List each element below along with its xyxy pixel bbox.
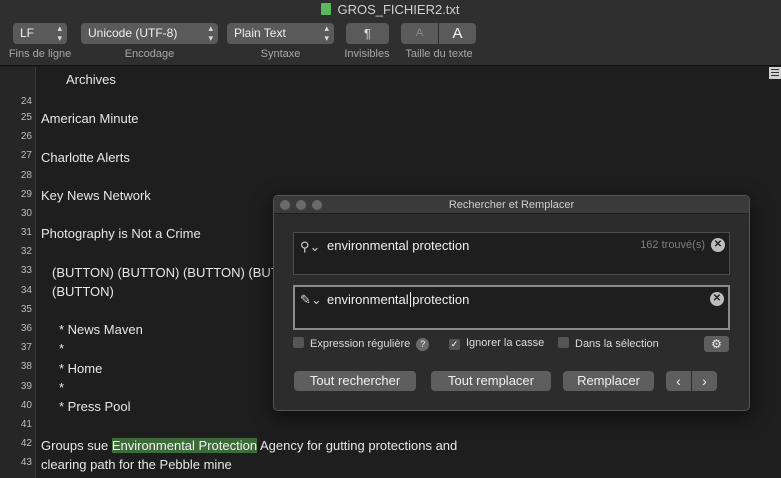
window-title: GROS_FICHIER2.txt: [0, 2, 781, 17]
panel-title: Rechercher et Remplacer: [448, 199, 575, 211]
line-number: 31: [20, 227, 32, 238]
encoding-select[interactable]: Unicode (UTF-8) ▴ ▾: [81, 23, 218, 44]
replace-field[interactable]: ✎⌄ environmental protection ✕: [293, 285, 730, 330]
line-endings-label: Fins de ligne: [8, 48, 72, 60]
line-number: 29: [20, 189, 32, 200]
line-number: 37: [20, 342, 32, 353]
invisibles-button[interactable]: ¶: [346, 23, 389, 44]
line-number: 35: [20, 304, 32, 315]
search-input-text: environmental protection: [327, 238, 470, 253]
ignore-case-option[interactable]: ✓ Ignorer la casse: [449, 337, 544, 350]
in-selection-checkbox[interactable]: [558, 337, 569, 348]
text-larger-button[interactable]: A: [439, 23, 476, 44]
invisibles-label: Invisibles: [344, 48, 390, 60]
match-count: 162 trouvé(s): [640, 239, 705, 251]
editor-line: * News Maven: [59, 322, 143, 337]
line-number: 38: [20, 361, 32, 372]
editor-line: Key News Network: [41, 188, 151, 203]
regex-option[interactable]: Expression régulière?: [293, 337, 430, 351]
line-number: 32: [20, 246, 32, 257]
find-all-button[interactable]: Tout rechercher: [294, 371, 416, 391]
line-number: 39: [20, 381, 32, 392]
line-number: 42: [20, 438, 32, 449]
editor-line: clearing path for the Pebble mine: [41, 457, 232, 472]
replace-input-text: environmental protection: [327, 292, 470, 307]
stepper-arrows-icon: ▴ ▾: [208, 23, 213, 43]
stepper-arrows-icon: ▴ ▾: [57, 23, 62, 43]
split-menu-icon[interactable]: [769, 67, 781, 79]
text-smaller-button[interactable]: A: [401, 23, 438, 44]
line-number: 25: [20, 112, 32, 123]
in-selection-option[interactable]: Dans la sélection: [558, 337, 659, 350]
ignore-case-checkbox[interactable]: ✓: [449, 339, 460, 350]
editor-line: Archives: [66, 72, 116, 86]
next-match-button[interactable]: ›: [692, 371, 717, 391]
line-number: 24: [20, 96, 32, 107]
editor-line: Groups sue Environmental Protection Agen…: [41, 438, 458, 453]
editor-line: * Home: [59, 361, 103, 376]
line-number: 40: [20, 400, 32, 411]
editor-line: Photography is Not a Crime: [41, 226, 201, 241]
replace-button[interactable]: Remplacer: [563, 371, 654, 391]
stepper-arrows-icon: ▴ ▾: [324, 23, 329, 43]
text-file-icon: [321, 3, 332, 15]
chevron-right-icon: ›: [702, 373, 707, 389]
clear-search-icon[interactable]: ✕: [711, 238, 725, 252]
line-number: 36: [20, 323, 32, 334]
editor-line: (BUTTON): [52, 284, 114, 299]
editor-line: Charlotte Alerts: [41, 150, 130, 165]
search-icon[interactable]: ⚲⌄: [300, 239, 320, 255]
editor-line: American Minute: [41, 111, 139, 126]
editor-line: (BUTTON) (BUTTON) (BUTTON) (BUT: [52, 265, 279, 280]
line-number: 33: [20, 265, 32, 276]
search-match-highlight: Environmental Protection: [111, 438, 258, 453]
line-number: 30: [20, 208, 32, 219]
text-size-label: Taille du texte: [405, 48, 473, 60]
previous-match-button[interactable]: ‹: [666, 371, 691, 391]
line-number-gutter: 24 25 26 27 28 29 30 31 32 33 34 35 36 3…: [0, 67, 36, 478]
encoding-label: Encodage: [124, 48, 175, 60]
syntax-select[interactable]: Plain Text ▴ ▾: [227, 23, 334, 44]
regex-checkbox[interactable]: [293, 337, 304, 348]
replace-all-button[interactable]: Tout remplacer: [431, 371, 551, 391]
find-replace-panel: Rechercher et Remplacer ⚲⌄ environmental…: [273, 195, 750, 411]
clear-replace-icon[interactable]: ✕: [710, 292, 724, 306]
syntax-label: Syntaxe: [260, 48, 301, 60]
panel-title-bar: Rechercher et Remplacer: [274, 196, 749, 214]
editor-line: *: [59, 341, 65, 356]
search-field[interactable]: ⚲⌄ environmental protection 162 trouvé(s…: [293, 232, 730, 275]
editor-line: * Press Pool: [59, 399, 131, 414]
pencil-icon[interactable]: ✎⌄: [300, 292, 322, 308]
gear-icon[interactable]: ⚙: [704, 336, 729, 352]
line-number: 27: [20, 150, 32, 161]
help-icon[interactable]: ?: [416, 338, 430, 351]
line-endings-select[interactable]: LF ▴ ▾: [13, 23, 67, 44]
line-number: 43: [20, 457, 32, 468]
toolbar: GROS_FICHIER2.txt LF ▴ ▾ Fins de ligne Un…: [0, 0, 781, 66]
line-number: 34: [20, 285, 32, 296]
line-number: 28: [20, 170, 32, 181]
line-number: 26: [20, 131, 32, 142]
line-number: 41: [20, 419, 32, 430]
editor-line: *: [59, 380, 65, 395]
chevron-left-icon: ‹: [676, 373, 681, 389]
pilcrow-icon: ¶: [364, 26, 371, 41]
